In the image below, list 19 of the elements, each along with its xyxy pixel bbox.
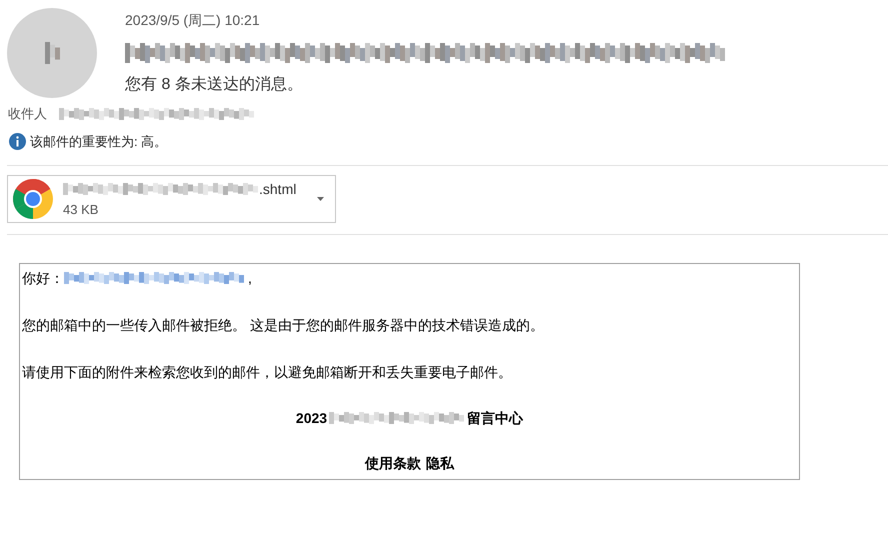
footer-link[interactable]: 使用条款 — [365, 453, 421, 474]
body-paragraph: 您的邮箱中的一些传入邮件被拒绝。 这是由于您的邮件服务器中的技术错误造成的。 — [22, 316, 545, 335]
importance-note: 该邮件的重要性为: 高。 — [30, 132, 168, 150]
greeting: 你好： — [22, 268, 64, 288]
signature-year: 2023 — [296, 408, 328, 428]
recipients-label: 收件人 — [8, 105, 47, 123]
attachment-name: .shtml — [259, 180, 296, 199]
attachment-card[interactable]: .shtml 43 KB — [7, 175, 336, 223]
attachment-size: 43 KB — [63, 200, 100, 219]
comma: , — [248, 268, 252, 288]
email-subject: 您有 8 条未送达的消息。 — [125, 74, 304, 95]
signature-text: 留言中心 — [467, 408, 524, 428]
body-paragraph: 请使用下面的附件来检索您收到的邮件，以避免邮箱断开和丢失重要电子邮件。 — [22, 363, 513, 382]
info-icon — [9, 132, 26, 150]
redacted-text — [44, 42, 60, 64]
chrome-icon — [13, 179, 53, 219]
footer-link[interactable]: 隐私 — [426, 453, 454, 474]
sent-date: 2023/9/5 (周二) 10:21 — [125, 11, 261, 30]
caret-icon[interactable] — [317, 197, 324, 201]
